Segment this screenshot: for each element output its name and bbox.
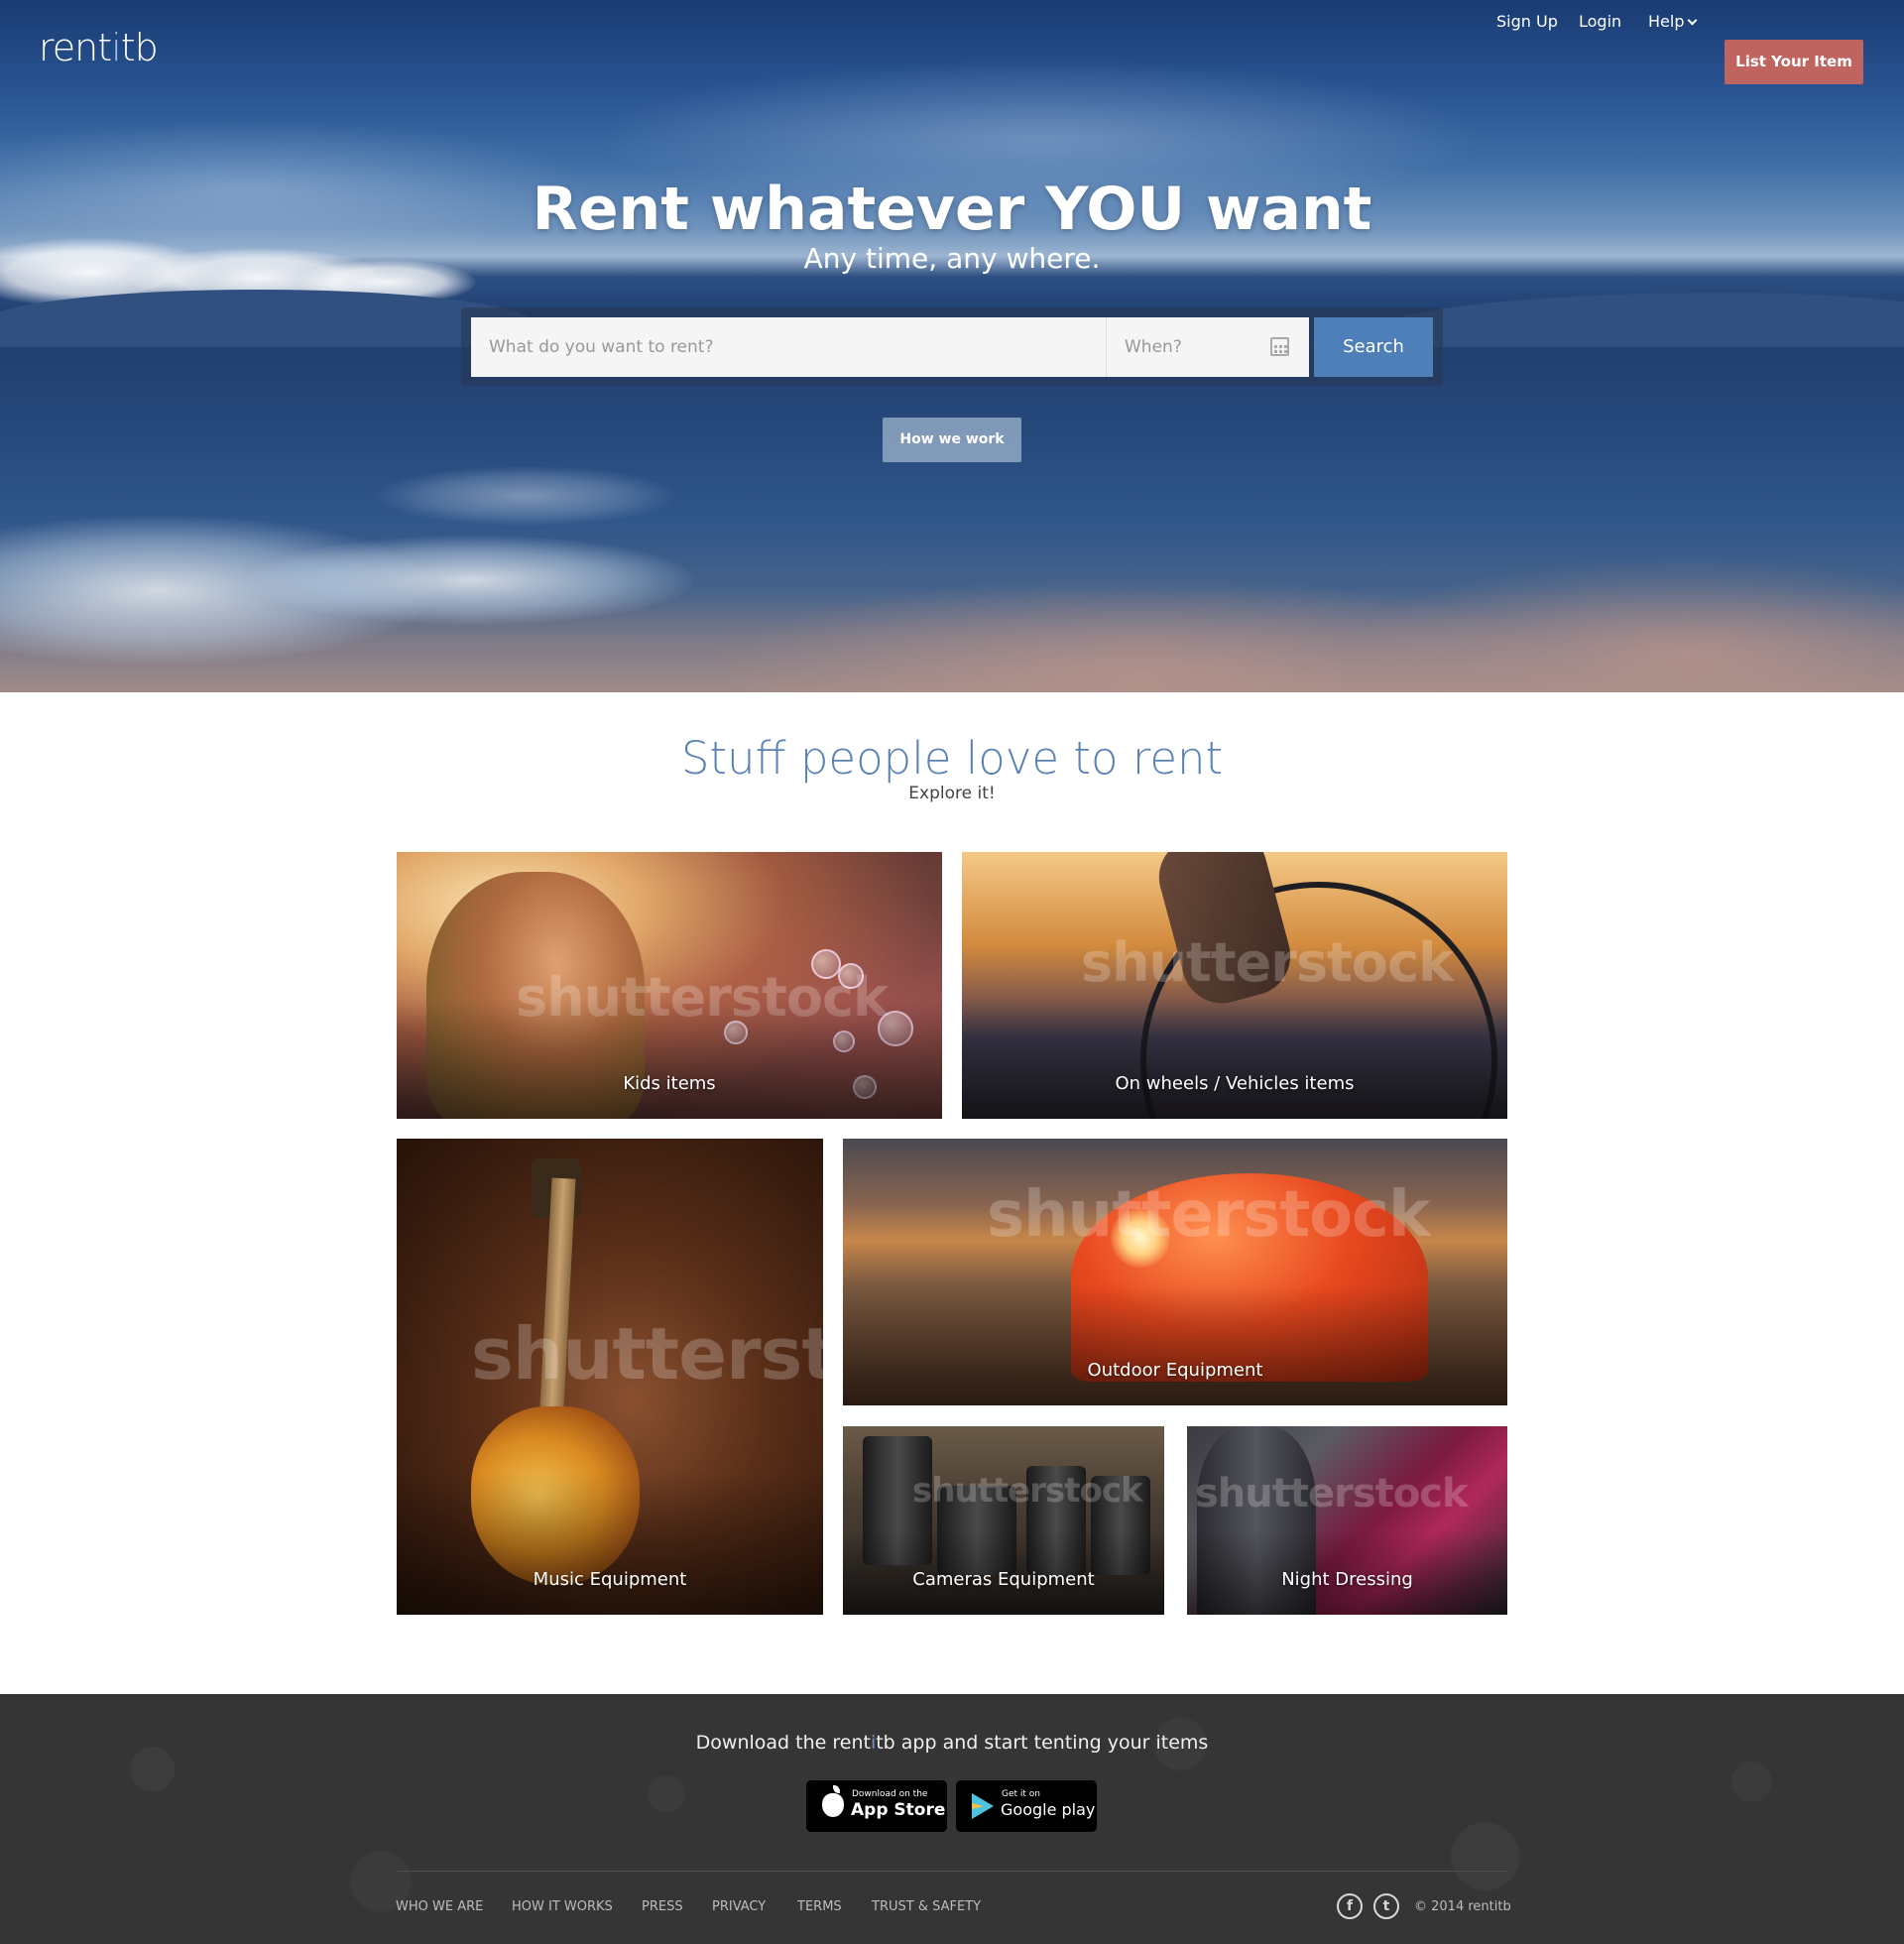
category-label: Cameras Equipment (912, 1569, 1095, 1590)
category-cameras[interactable]: shutterstock Cameras Equipment (843, 1426, 1164, 1615)
category-label: Night Dressing (1281, 1569, 1413, 1590)
app-store-small-text: Download on the (852, 1789, 928, 1799)
footer-link-who-we-are[interactable]: WHO WE ARE (396, 1899, 483, 1914)
logo-text-end: tb (120, 26, 159, 69)
copyright: © 2014 rentitb (1414, 1899, 1511, 1914)
watermark: shutterstock (912, 1471, 1143, 1511)
chevron-down-icon (1688, 15, 1698, 26)
wave-foam (248, 536, 694, 625)
category-label: Outdoor Equipment (1087, 1360, 1263, 1381)
footer-link-privacy[interactable]: PRIVACY (712, 1899, 766, 1914)
search-input[interactable]: What do you want to rent? (471, 317, 1107, 377)
footer-divider (396, 1871, 1507, 1872)
nav-help[interactable]: Help (1648, 12, 1698, 31)
caption-shade (397, 998, 942, 1119)
footer-link-trust-safety[interactable]: TRUST & SAFETY (872, 1899, 981, 1914)
apple-icon (822, 1785, 844, 1817)
nav-help-label: Help (1648, 12, 1685, 31)
caption-shade (962, 998, 1507, 1119)
category-music[interactable]: shutterstock Music Equipment (397, 1139, 823, 1615)
category-label: Music Equipment (533, 1569, 687, 1590)
search-button[interactable]: Search (1314, 317, 1433, 377)
footer-link-press[interactable]: PRESS (642, 1899, 683, 1914)
logo[interactable]: rentitb (39, 26, 159, 69)
logo-accent: i (111, 26, 122, 69)
google-play-big-text: Google play (1001, 1800, 1096, 1819)
category-label: On wheels / Vehicles items (1115, 1073, 1355, 1094)
logo-text: rent (39, 26, 112, 69)
section-subtitle: Explore it! (908, 784, 996, 803)
category-night-dressing[interactable]: shutterstock Night Dressing (1187, 1426, 1507, 1615)
how-we-work-button[interactable]: How we work (883, 418, 1021, 462)
hero-subtitle: Any time, any where. (803, 242, 1101, 275)
watermark: shutterstock (987, 1178, 1431, 1252)
app-store-big-text: App Store (851, 1800, 946, 1820)
caption-shade (843, 1284, 1507, 1405)
footer-link-terms[interactable]: TERMS (797, 1899, 842, 1914)
app-download-text-start: Download the rent (695, 1732, 871, 1754)
wave-foam (377, 466, 674, 526)
watermark: shutterstock (471, 1312, 823, 1396)
app-download-text: Download the rentitb app and start tenti… (0, 1732, 1904, 1754)
watermark: shutterstock (1195, 1471, 1469, 1517)
app-download-text-end: tb app and start tenting your items (876, 1732, 1209, 1754)
hero-title: Rent whatever YOU want (532, 175, 1372, 244)
calendar-icon[interactable] (1270, 337, 1289, 356)
facebook-icon[interactable]: f (1337, 1893, 1363, 1919)
category-vehicles[interactable]: shutterstock On wheels / Vehicles items (962, 852, 1507, 1119)
category-outdoor[interactable]: shutterstock Outdoor Equipment (843, 1139, 1507, 1405)
caption-shade (397, 1472, 823, 1615)
nav-login[interactable]: Login (1579, 12, 1621, 31)
section-title: Stuff people love to rent (680, 732, 1224, 785)
google-play-icon (972, 1793, 994, 1819)
category-kids[interactable]: shutterstock Kids items (397, 852, 942, 1119)
app-store-button[interactable]: Download on the App Store (806, 1780, 947, 1832)
google-play-small-text: Get it on (1002, 1789, 1041, 1799)
google-play-button[interactable]: Get it on Google play (956, 1780, 1097, 1832)
twitter-icon[interactable]: t (1373, 1893, 1399, 1919)
footer-link-how-it-works[interactable]: HOW IT WORKS (512, 1899, 613, 1914)
nav-signup[interactable]: Sign Up (1496, 12, 1558, 31)
watermark: shutterstock (1081, 931, 1454, 994)
category-label: Kids items (623, 1073, 716, 1094)
list-your-item-button[interactable]: List Your Item (1725, 40, 1863, 84)
